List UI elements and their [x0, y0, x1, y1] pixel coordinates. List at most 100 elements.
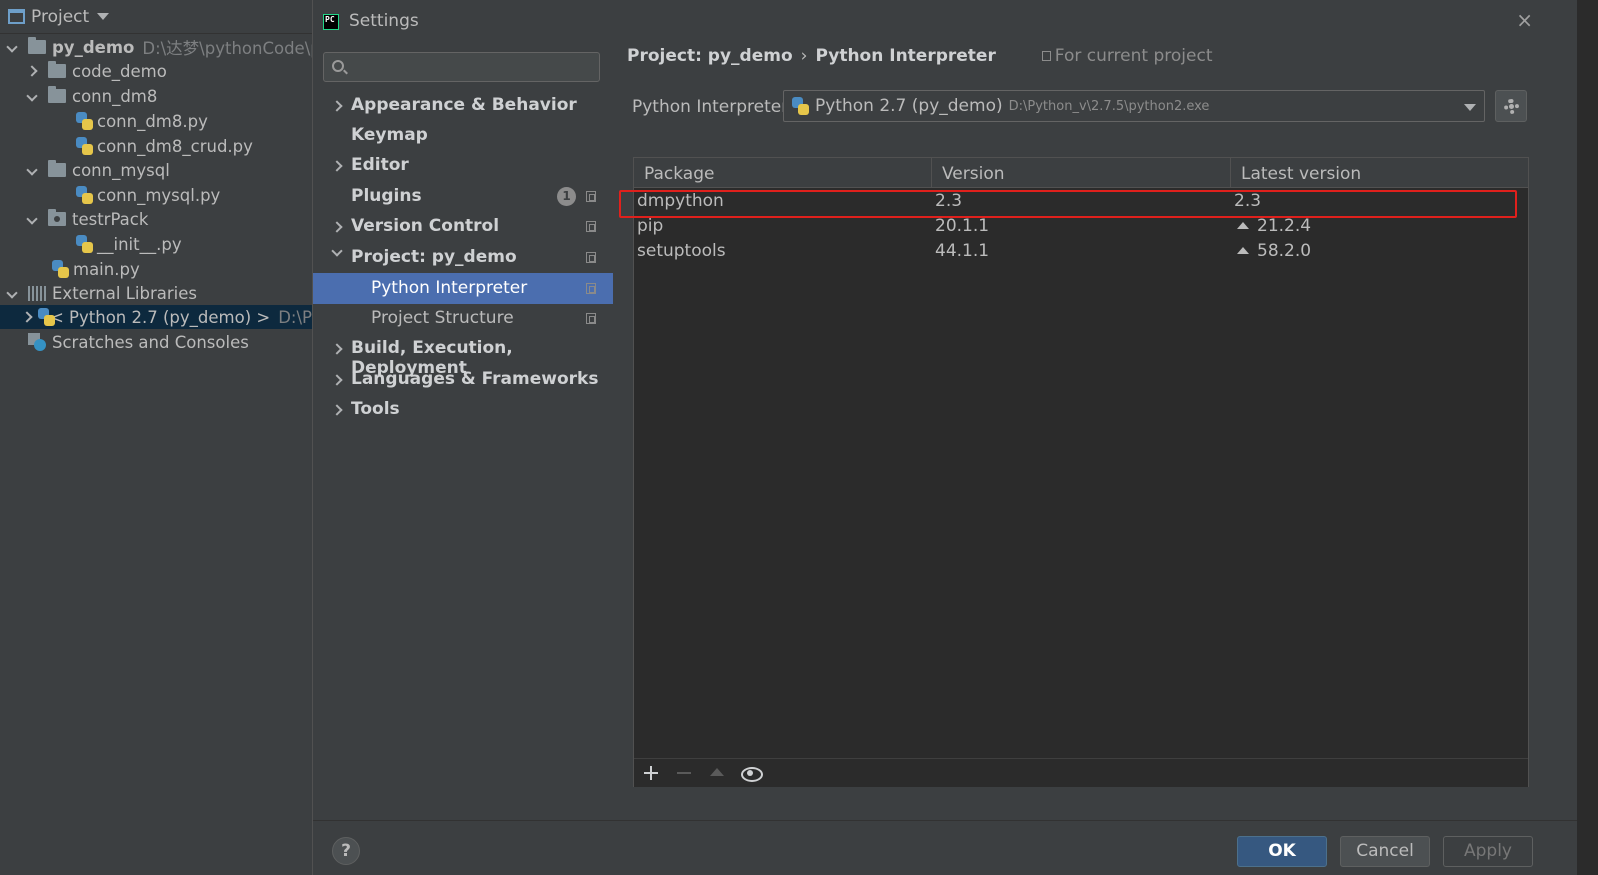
project-header[interactable]: Project [0, 0, 312, 34]
breadcrumb-separator: › [800, 46, 808, 66]
ok-button[interactable]: OK [1237, 836, 1327, 867]
apply-button[interactable]: Apply [1443, 836, 1533, 867]
breadcrumb-parent[interactable]: Project: py_demo [627, 46, 793, 66]
interpreter-settings-button[interactable] [1495, 90, 1527, 122]
tree-item-external-libraries[interactable]: External Libraries [2, 281, 197, 305]
tree-item-conn-mysql[interactable]: conn_mysql [22, 158, 170, 182]
project-scope-icon [586, 221, 596, 232]
project-scope-icon [586, 283, 596, 294]
project-title: Project [31, 6, 90, 27]
column-header-package[interactable]: Package [644, 164, 714, 184]
chevron-down-icon[interactable] [6, 286, 18, 299]
column-header-version[interactable]: Version [942, 164, 1005, 184]
chevron-right-icon[interactable] [331, 221, 343, 233]
chevron-down-icon[interactable] [97, 13, 110, 20]
nav-label: Editor [351, 155, 409, 175]
tree-item-py-demo[interactable]: py_demo D:\达梦\pythonCode\py [2, 35, 331, 59]
column-header-latest[interactable]: Latest version [1241, 164, 1361, 184]
nav-keymap[interactable]: Keymap [313, 120, 613, 151]
tree-item-conn-dm8-crud-py[interactable]: conn_dm8_crud.py [76, 134, 253, 158]
dialog-titlebar[interactable]: PC Settings × [313, 0, 1577, 40]
show-early-releases-icon[interactable] [740, 763, 763, 783]
tree-item-scratches[interactable]: Scratches and Consoles [28, 330, 249, 354]
upgrade-package-icon[interactable] [707, 763, 727, 783]
chevron-right-icon[interactable] [21, 310, 33, 323]
column-divider[interactable] [1230, 158, 1231, 188]
help-button[interactable]: ? [332, 837, 360, 865]
package-table: Package Version Latest version dmpython … [633, 157, 1529, 787]
highlight-annotation-box [619, 190, 1517, 218]
table-row[interactable]: setuptools 44.1.1 58.2.0 [634, 239, 1528, 264]
dialog-button-bar: ? OK Cancel Apply [313, 820, 1577, 875]
add-package-icon[interactable] [641, 763, 661, 783]
cancel-button[interactable]: Cancel [1340, 836, 1430, 867]
nav-label: Project Structure [371, 308, 514, 328]
nav-build-execution-deployment[interactable]: Build, Execution, Deployment [313, 333, 613, 378]
tree-item-path: D:\P [278, 307, 312, 327]
tree-item-testrpack[interactable]: testrPack [22, 207, 148, 231]
tree-item-conn-mysql-py[interactable]: conn_mysql.py [76, 183, 220, 207]
nav-label: Plugins [351, 186, 422, 206]
breadcrumb-current: Python Interpreter [815, 46, 996, 66]
tree-item-label: py_demo [52, 37, 135, 57]
project-tool-window: Project py_demo D:\达梦\pythonCode\py code… [0, 0, 331, 875]
tree-item-python-sdk[interactable]: < Python 2.7 (py_demo) > D:\P [0, 305, 312, 329]
chevron-right-icon[interactable] [331, 404, 343, 416]
nav-python-interpreter[interactable]: Python Interpreter [313, 273, 613, 304]
nav-version-control[interactable]: Version Control [313, 211, 613, 242]
nav-editor[interactable]: Editor [313, 150, 613, 181]
tree-item-label: testrPack [72, 209, 149, 229]
chevron-down-icon[interactable] [26, 163, 38, 176]
project-scope-icon [586, 191, 596, 202]
cell-version: 20.1.1 [935, 216, 990, 236]
scope-note: For current project [1041, 46, 1212, 66]
python-file-icon [76, 235, 93, 253]
tree-item-main-py[interactable]: main.py [52, 257, 140, 281]
package-icon [48, 209, 66, 226]
nav-project-structure[interactable]: Project Structure [313, 303, 613, 334]
folder-icon [48, 61, 66, 78]
upgrade-arrow-icon [1237, 247, 1249, 254]
nav-languages-frameworks[interactable]: Languages & Frameworks [313, 364, 613, 395]
chevron-down-icon[interactable] [331, 245, 343, 257]
package-toolbar [634, 758, 1528, 787]
chevron-right-icon[interactable] [26, 64, 38, 77]
chevron-down-icon[interactable] [6, 40, 18, 53]
chevron-right-icon[interactable] [331, 374, 343, 386]
tree-item-label: main.py [73, 259, 140, 279]
tree-item-label: conn_mysql.py [97, 185, 221, 205]
project-scope-icon [1041, 51, 1051, 61]
chevron-down-icon[interactable] [26, 212, 38, 225]
tree-item-label: conn_dm8 [72, 86, 158, 106]
tree-item-label: __init__.py [97, 234, 182, 254]
remove-package-icon[interactable] [674, 763, 694, 783]
tree-item-conn-dm8[interactable]: conn_dm8 [22, 84, 157, 108]
chevron-down-icon[interactable] [26, 89, 38, 102]
nav-project[interactable]: Project: py_demo [313, 242, 613, 273]
column-divider[interactable] [931, 158, 932, 188]
nav-label: Keymap [351, 125, 428, 145]
interpreter-select[interactable]: Python 2.7 (py_demo) D:\Python_v\2.7.5\p… [783, 90, 1485, 122]
tree-item-label: conn_dm8_crud.py [97, 136, 253, 156]
chevron-right-icon[interactable] [331, 343, 343, 355]
folder-icon [48, 86, 66, 103]
chevron-down-icon[interactable] [1464, 104, 1476, 111]
chevron-right-icon[interactable] [331, 160, 343, 172]
tree-item-conn-dm8-py[interactable]: conn_dm8.py [76, 109, 208, 133]
chevron-right-icon[interactable] [331, 100, 343, 112]
settings-search-input[interactable] [323, 52, 600, 82]
nav-label: Version Control [351, 216, 500, 236]
nav-tools[interactable]: Tools [313, 394, 613, 425]
folder-icon [48, 160, 66, 177]
cell-version: 44.1.1 [935, 241, 990, 261]
python-sdk-icon [37, 308, 55, 326]
tree-item-code-demo[interactable]: code_demo [22, 59, 167, 83]
tree-item-init-py[interactable]: __init__.py [76, 232, 182, 256]
interpreter-name: Python 2.7 (py_demo) [815, 96, 1003, 116]
nav-appearance-behavior[interactable]: Appearance & Behavior [313, 90, 613, 121]
close-icon[interactable]: × [1516, 8, 1533, 32]
nav-label: Tools [351, 399, 400, 419]
nav-label: Python Interpreter [371, 278, 528, 298]
tree-item-label: conn_dm8.py [97, 111, 208, 131]
nav-plugins[interactable]: Plugins 1 [313, 181, 613, 212]
